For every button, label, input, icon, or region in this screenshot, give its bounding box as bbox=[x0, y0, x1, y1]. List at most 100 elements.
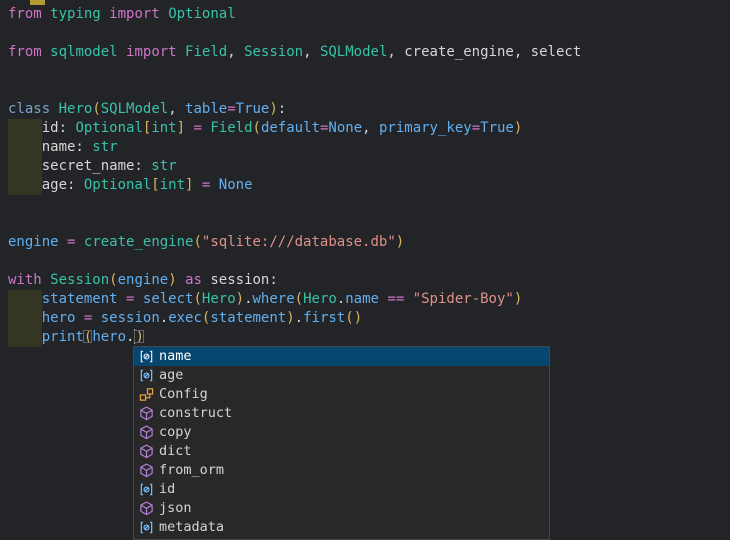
suggestion-label: metadata bbox=[159, 518, 224, 537]
suggestion-item-metadata[interactable]: metadata bbox=[134, 518, 549, 537]
code-token: Optional bbox=[75, 120, 142, 136]
suggestion-item-copy[interactable]: copy bbox=[134, 423, 549, 442]
code-line[interactable]: statement = select(Hero).where(Hero.name… bbox=[0, 290, 730, 309]
code-line[interactable]: from typing import Optional bbox=[0, 5, 730, 24]
code-token: create_engine bbox=[84, 234, 194, 250]
suggestion-item-name[interactable]: name bbox=[134, 347, 549, 366]
code-lines: from typing import Optionalfrom sqlmodel… bbox=[0, 5, 730, 347]
code-editor[interactable]: from typing import Optionalfrom sqlmodel… bbox=[0, 0, 730, 540]
field-icon bbox=[139, 349, 154, 364]
code-token: == bbox=[387, 291, 404, 307]
code-token: create_engine bbox=[404, 44, 514, 60]
code-line[interactable]: print(hero.) bbox=[0, 328, 730, 347]
code-token bbox=[177, 44, 185, 60]
suggestion-item-json[interactable]: json bbox=[134, 499, 549, 518]
code-token: Field bbox=[185, 44, 227, 60]
code-token: primary_key bbox=[379, 120, 472, 136]
code-token bbox=[50, 101, 58, 117]
code-token: . bbox=[160, 310, 168, 326]
code-line[interactable]: engine = create_engine("sqlite:///databa… bbox=[0, 233, 730, 252]
code-line[interactable] bbox=[0, 195, 730, 214]
code-token bbox=[59, 234, 67, 250]
suggestion-item-age[interactable]: age bbox=[134, 366, 549, 385]
code-token: . bbox=[295, 310, 303, 326]
code-token bbox=[42, 272, 50, 288]
code-token bbox=[177, 272, 185, 288]
code-token bbox=[134, 291, 142, 307]
code-token: name bbox=[345, 291, 379, 307]
code-token: int bbox=[151, 120, 176, 136]
suggestion-label: construct bbox=[159, 404, 232, 423]
code-line[interactable]: with Session(engine) as session: bbox=[0, 271, 730, 290]
code-token: , bbox=[387, 44, 404, 60]
code-token bbox=[8, 310, 42, 326]
code-token: ) bbox=[514, 120, 522, 136]
code-token bbox=[160, 6, 168, 22]
code-token: ) bbox=[236, 291, 244, 307]
code-token: Session bbox=[50, 272, 109, 288]
field-icon bbox=[139, 482, 154, 497]
code-token: ( bbox=[109, 272, 117, 288]
code-token: . bbox=[126, 329, 134, 345]
code-line[interactable] bbox=[0, 62, 730, 81]
code-token bbox=[42, 44, 50, 60]
code-token: from bbox=[8, 6, 42, 22]
code-token bbox=[210, 177, 218, 193]
code-token: = bbox=[193, 120, 201, 136]
code-token: str bbox=[92, 139, 117, 155]
code-token bbox=[404, 291, 412, 307]
matched-bracket: ) bbox=[135, 329, 143, 345]
suggestion-item-construct[interactable]: construct bbox=[134, 404, 549, 423]
code-token: sqlmodel bbox=[50, 44, 117, 60]
code-token: Hero bbox=[202, 291, 236, 307]
code-token: , bbox=[514, 44, 531, 60]
code-line[interactable]: from sqlmodel import Field, Session, SQL… bbox=[0, 43, 730, 62]
method-icon bbox=[139, 463, 154, 478]
code-token: session bbox=[101, 310, 160, 326]
suggestion-label: name bbox=[159, 347, 192, 366]
code-token: Session bbox=[244, 44, 303, 60]
code-token: Hero bbox=[59, 101, 93, 117]
code-token: , bbox=[303, 44, 320, 60]
suggestion-label: json bbox=[159, 499, 192, 518]
suggestion-label: Config bbox=[159, 385, 208, 404]
code-token: . bbox=[337, 291, 345, 307]
code-token: id: bbox=[8, 120, 75, 136]
code-token: Optional bbox=[168, 6, 235, 22]
code-token: True bbox=[480, 120, 514, 136]
code-token bbox=[118, 291, 126, 307]
code-line[interactable]: id: Optional[int] = Field(default=None, … bbox=[0, 119, 730, 138]
code-token: . bbox=[244, 291, 252, 307]
code-line[interactable]: secret_name: str bbox=[0, 157, 730, 176]
code-token: statement bbox=[42, 291, 118, 307]
code-token: session: bbox=[210, 272, 277, 288]
code-token: engine bbox=[8, 234, 59, 250]
suggestion-item-Config[interactable]: Config bbox=[134, 385, 549, 404]
code-line[interactable]: hero = session.exec(statement).first() bbox=[0, 309, 730, 328]
code-token: True bbox=[236, 101, 270, 117]
code-token: hero bbox=[92, 329, 126, 345]
code-line[interactable] bbox=[0, 252, 730, 271]
code-line[interactable]: name: str bbox=[0, 138, 730, 157]
code-token bbox=[118, 44, 126, 60]
suggestion-label: from_orm bbox=[159, 461, 224, 480]
code-line[interactable] bbox=[0, 81, 730, 100]
suggestion-item-dict[interactable]: dict bbox=[134, 442, 549, 461]
code-token bbox=[92, 310, 100, 326]
suggestion-item-from_orm[interactable]: from_orm bbox=[134, 461, 549, 480]
code-token: , bbox=[362, 120, 379, 136]
code-token: print bbox=[42, 329, 84, 345]
code-token: None bbox=[328, 120, 362, 136]
code-token: default bbox=[261, 120, 320, 136]
suggestion-item-id[interactable]: id bbox=[134, 480, 549, 499]
code-token: SQLModel bbox=[101, 101, 168, 117]
code-line[interactable] bbox=[0, 24, 730, 43]
code-line[interactable] bbox=[0, 214, 730, 233]
code-line[interactable]: class Hero(SQLModel, table=True): bbox=[0, 100, 730, 119]
code-token: import bbox=[109, 6, 160, 22]
code-token: Field bbox=[210, 120, 252, 136]
code-line[interactable]: age: Optional[int] = None bbox=[0, 176, 730, 195]
code-token: , bbox=[227, 44, 244, 60]
code-token bbox=[75, 234, 83, 250]
field-icon bbox=[139, 368, 154, 383]
